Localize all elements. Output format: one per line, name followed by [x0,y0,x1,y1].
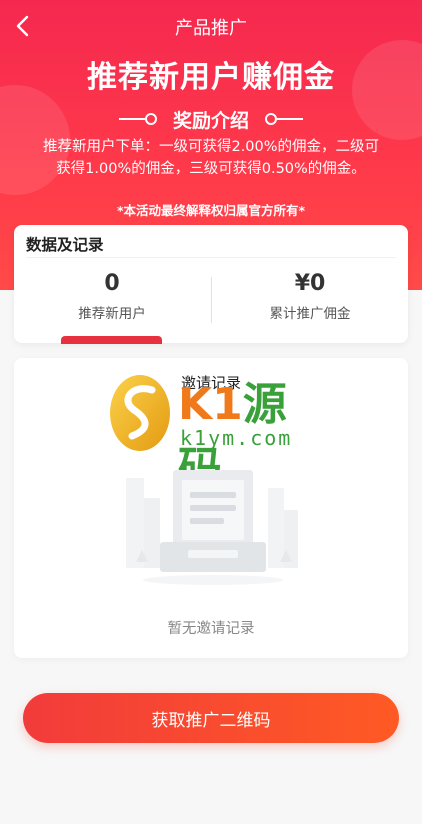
reward-description: 推荐新用户下单：一级可获得2.00%的佣金，二级可获得1.00%的佣金，三级可获… [42,139,380,177]
reward-section-header: 奖励介绍 [0,106,422,132]
empty-records-text: 暂无邀请记录 [167,621,255,637]
promo-headline: 推荐新用户赚佣金 [87,60,335,95]
empty-records-illustration [126,470,298,585]
watermark-brand-k: K1 [178,379,243,430]
disclaimer: *本活动最终解释权归属官方所有* [116,203,306,218]
decorative-line-left [118,113,157,125]
reward-title: 奖励介绍 [172,109,249,132]
decorative-line-right [265,113,303,125]
commission-stat[interactable]: ¥0 累计推广佣金 [212,271,408,322]
referred-users-label: 推荐新用户 [78,306,146,322]
stats-title: 数据及记录 [26,236,104,254]
get-qr-code-button[interactable]: 获取推广二维码 [23,693,399,743]
active-tab-indicator [61,336,162,344]
referred-users-stat[interactable]: 0 推荐新用户 [14,271,210,322]
commission-label: 累计推广佣金 [269,306,351,322]
page-title: 产品推广 [175,18,247,39]
commission-value: ¥0 [294,271,326,296]
stats-card: 数据及记录 0 推荐新用户 ¥0 累计推广佣金 [14,225,408,343]
divider [26,257,396,258]
referred-users-value: 0 [104,271,120,296]
